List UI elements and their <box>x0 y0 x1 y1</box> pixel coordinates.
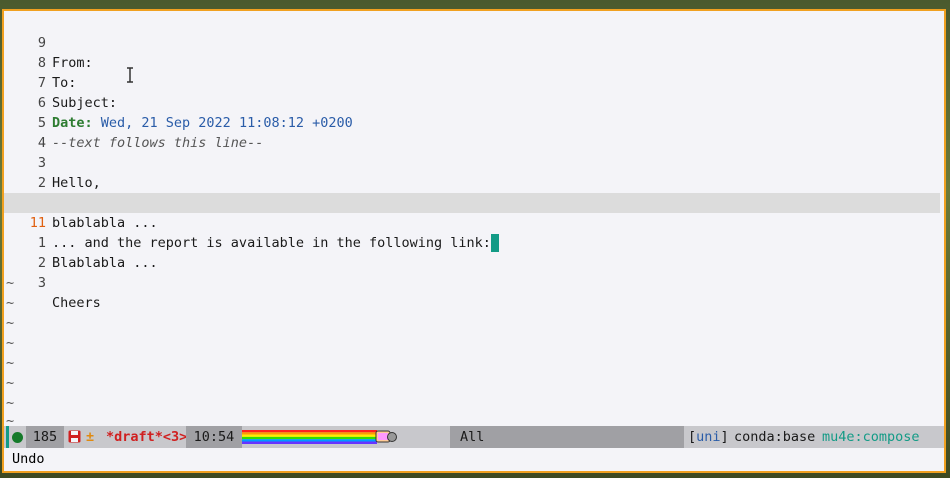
buffer-line[interactable]: 1 Blablabla ... <box>4 213 940 271</box>
empty-line-marker: ~ <box>6 335 15 351</box>
buffer-line[interactable]: 6 Date: Wed, 21 Sep 2022 11:08:12 +0200 <box>4 73 940 131</box>
line-count: 185 <box>26 426 64 448</box>
buffer-name[interactable]: *draft*<3> <box>106 426 187 448</box>
compose-buffer[interactable]: 9 From: 8 To: 7 Subject: 6 Date: Wed, 21… <box>4 11 944 429</box>
emacs-frame: 9 From: 8 To: 7 Subject: 6 Date: Wed, 21… <box>2 9 946 473</box>
buffer-line[interactable]: 2 <box>4 153 940 191</box>
empty-line-marker: ~ <box>6 355 15 371</box>
empty-line-marker: ~ <box>6 375 15 391</box>
encoding-bracket-close: ] <box>720 429 729 445</box>
empty-line-marker: ~ <box>6 395 15 411</box>
empty-line-marker: ~ <box>6 315 15 331</box>
encoding-indicator[interactable]: [uni] <box>688 426 729 448</box>
buffer-line[interactable]: 7 Subject: <box>4 53 940 111</box>
echo-area: Undo <box>4 448 944 471</box>
buffer-line[interactable]: 8 To: <box>4 33 940 91</box>
window-indicator <box>6 426 9 448</box>
buffer-line[interactable]: 5 --text follows this line-- <box>4 93 940 151</box>
body-line[interactable]: Cheers <box>52 293 101 313</box>
major-mode[interactable]: mu4e:compose <box>822 426 920 448</box>
mouse-ibeam-icon <box>127 67 133 83</box>
buffer-line[interactable]: 3 Cheers <box>4 253 940 311</box>
conda-env[interactable]: conda:base <box>734 426 815 448</box>
buffer-line[interactable]: 3 Hello, <box>4 133 940 191</box>
line-number: 3 <box>37 275 46 291</box>
echo-message: Undo <box>12 451 45 467</box>
status-dot-icon <box>12 432 23 443</box>
nyan-cat-progress-icon[interactable] <box>242 430 397 444</box>
encoding-bracket-open: [ <box>688 429 697 445</box>
buffer-line[interactable]: 1 blablabla ... <box>4 173 940 231</box>
buffer-line[interactable]: 2 <box>4 233 940 271</box>
buffer-line[interactable]: 4 <box>4 113 940 151</box>
current-line[interactable]: 11 ... and the report is available in th… <box>4 193 940 252</box>
save-floppy-icon[interactable] <box>68 430 81 443</box>
mode-line: 185 ± *draft*<3> 10:54 All [uni] conda:b… <box>4 426 944 448</box>
encoding-name: uni <box>696 429 721 445</box>
narrow-indicator-icon: ± <box>86 429 95 445</box>
empty-line-marker: ~ <box>6 275 15 291</box>
buffer-line[interactable]: 9 From: <box>4 13 940 71</box>
empty-line-marker: ~ <box>6 295 15 311</box>
buffer-position: All <box>450 426 684 448</box>
clock-time: 10:54 <box>186 426 242 448</box>
